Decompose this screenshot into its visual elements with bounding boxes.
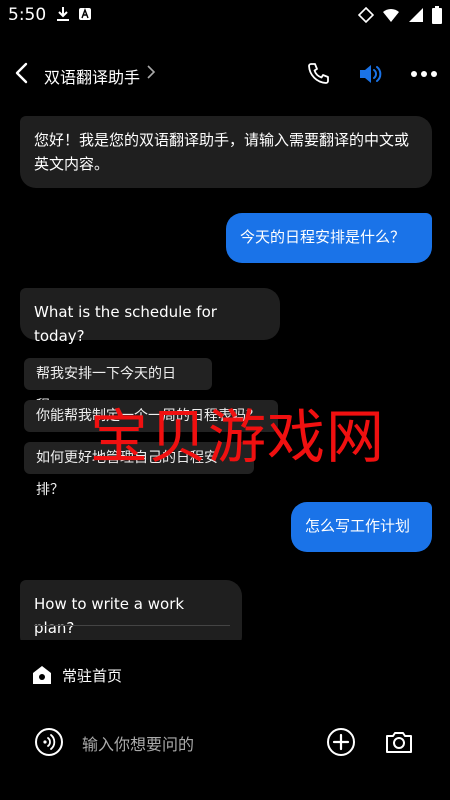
user-message: 今天的日程安排是什么？ — [226, 213, 432, 263]
back-arrow-icon[interactable] — [10, 60, 36, 86]
chat-header: 双语翻译助手 — [0, 50, 450, 98]
add-icon[interactable] — [326, 727, 356, 757]
more-options-icon[interactable] — [410, 70, 438, 78]
bot-message-translation: What is the schedule for today? — [20, 288, 280, 345]
home-icon — [33, 666, 51, 684]
bot-message-translation: How to write a work plan? — [20, 580, 242, 640]
page-title[interactable]: 双语翻译助手 — [44, 64, 140, 88]
bot-message-greeting: 您好！我是您的双语翻译助手，请输入需要翻译的中文或英文内容。 — [20, 116, 432, 188]
chat-area[interactable]: 您好！我是您的双语翻译助手，请输入需要翻译的中文或英文内容。 今天的日程安排是什… — [0, 108, 450, 640]
suggestion-chip[interactable]: 帮我安排一下今天的日程。 — [24, 358, 212, 414]
status-bar: 5:50 — [0, 0, 450, 32]
pin-label: 常驻首页 — [62, 666, 123, 685]
battery-icon — [432, 6, 442, 24]
phone-icon[interactable] — [306, 62, 330, 86]
cell-signal-icon — [409, 8, 423, 22]
chevron-right-icon[interactable] — [146, 64, 156, 80]
user-message: 怎么写工作计划 — [291, 502, 432, 552]
signal-diamond-icon — [358, 7, 374, 23]
pin-to-home-button[interactable]: 常驻首页 — [32, 662, 122, 688]
camera-icon[interactable] — [384, 727, 414, 757]
speaker-icon[interactable] — [358, 62, 384, 86]
app-notification-icon — [79, 8, 91, 20]
status-time: 5:50 — [8, 5, 47, 25]
download-icon — [57, 7, 69, 21]
watermark: 宝贝游戏网 — [90, 403, 386, 471]
voice-input-icon[interactable] — [34, 727, 64, 757]
bot-message-text: How to write a work plan? — [34, 595, 185, 637]
divider — [34, 625, 230, 626]
wifi-icon — [383, 8, 399, 22]
message-input[interactable] — [80, 727, 304, 761]
input-bar — [0, 715, 450, 771]
